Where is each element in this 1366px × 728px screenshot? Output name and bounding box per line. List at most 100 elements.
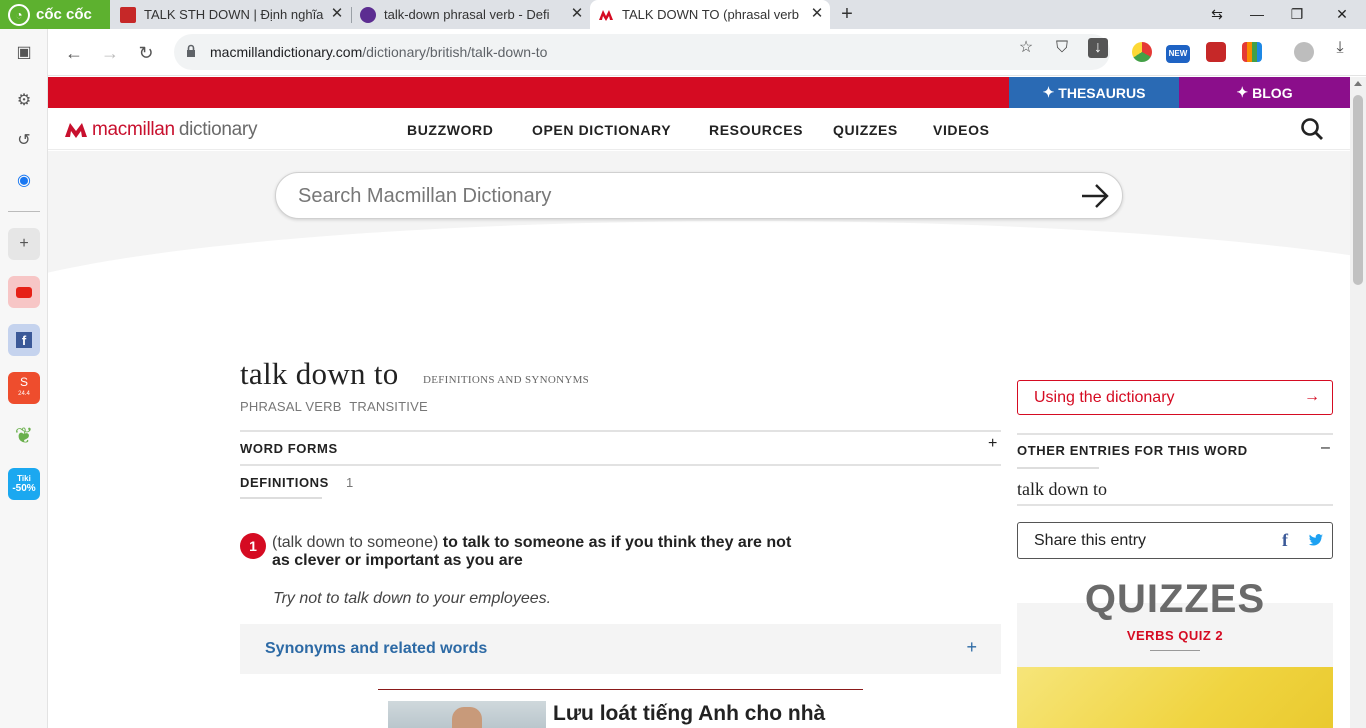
tab-search-button[interactable]: ⇆ [1197,0,1237,29]
messenger-icon[interactable]: ◉ [8,164,40,196]
reload-button[interactable]: ↻ [134,41,158,65]
tiki-icon[interactable]: Tiki -50% [8,468,40,500]
tab-title: TALK DOWN TO (phrasal verb [622,7,799,22]
site-nav: macmillan dictionary BUZZWORD OPEN DICTIO… [48,108,1350,150]
browser-menu-button[interactable]: ◔ cốc cốc [0,0,110,29]
sense-number-badge: 1 [240,533,266,559]
tab-talk-down-phrasal[interactable]: talk-down phrasal verb - Defi ✕ [352,0,590,29]
shopee-bag-glyph: S [19,375,28,389]
scroll-up-arrow-icon[interactable] [1354,81,1362,86]
synonyms-label: Synonyms and related words [265,640,488,657]
shopee-icon[interactable]: S 24.4 [8,372,40,404]
color-ext-icon[interactable] [1242,42,1262,62]
url-path: /dictionary/british/talk-down-to [362,44,548,60]
nav-videos[interactable]: VIDEOS [933,122,990,138]
arrow-right-icon: → [1304,388,1320,405]
synonyms-toggle[interactable]: Synonyms and related words + [240,624,1001,674]
divider [1017,433,1333,435]
profile-avatar[interactable] [1294,42,1314,62]
search-arrow-icon[interactable] [1080,182,1110,210]
download-ext-icon[interactable]: ↓ [1088,38,1108,58]
logo-word: dictionary [178,119,258,140]
red-ext-icon[interactable] [1206,42,1226,62]
page-scrollbar[interactable] [1350,77,1366,728]
ad-headline[interactable]: Lưu loát tiếng Anh cho nhà [553,702,825,726]
blog-book-icon: ✦ [1236,84,1249,100]
example-sentence: Try not to talk down to your employees. [273,590,552,607]
forward-button[interactable]: → [98,41,122,65]
blog-label: BLOG [1252,84,1293,101]
collapse-minus-icon[interactable]: – [1321,439,1330,457]
new-badge-ext-icon[interactable]: NEW [1166,45,1190,63]
close-tab-icon[interactable]: ✕ [568,5,586,23]
close-tab-icon[interactable]: ✕ [808,5,826,23]
bookmark-star-icon[interactable]: ☆ [1016,38,1036,58]
ad-person-image [452,707,482,728]
youtube-icon[interactable] [8,276,40,308]
ad-divider [378,689,863,690]
thesaurus-label: THESAURUS [1058,84,1146,101]
definition: (talk down to someone) to talk to someon… [272,534,812,570]
definitions-underline [240,497,322,499]
tab-strip: ◔ cốc cốc TALK STH DOWN | Định nghĩa ✕ t… [0,0,1366,29]
back-button[interactable]: ← [62,41,86,65]
shield-favicon-icon [120,6,136,23]
tab-title: TALK STH DOWN | Định nghĩa [144,7,324,22]
divider [240,430,1001,432]
search-icon[interactable] [1300,117,1324,141]
definitions-heading: DEFINITIONS [240,475,329,490]
tiki-discount: -50% [12,483,36,494]
quiz-name-link[interactable]: VERBS QUIZ 2 [1017,628,1333,643]
downloads-icon[interactable]: ⤓ [1330,38,1350,58]
dictionary-search-input[interactable] [298,183,1058,209]
browser-toolbar: ← → ↻ macmillandictionary.com/dictionary… [48,29,1366,76]
headword: talk down to [240,356,399,391]
chrome-ext-icon[interactable] [1132,42,1152,62]
definitions-count: 1 [346,475,354,490]
close-tab-icon[interactable]: ✕ [328,5,346,23]
settings-gear-icon[interactable]: ⚙ [8,84,40,116]
using-dictionary-label: Using the dictionary [1034,389,1175,406]
scrollbar-thumb[interactable] [1353,95,1363,285]
web-page: ✦ THESAURUS ✦ BLOG macmillan dictionary BUZ… [48,77,1350,728]
sidebar-toggle-icon[interactable]: ▣ [8,36,40,68]
quiz-image[interactable] [1017,667,1333,728]
transitivity-label: TRANSITIVE [349,399,428,414]
expand-plus-icon[interactable]: + [988,435,997,453]
other-entry-link[interactable]: talk down to [1017,479,1107,500]
blog-link[interactable]: ✦ BLOG [1179,77,1350,108]
nav-quizzes[interactable]: QUIZZES [833,122,898,138]
other-entries-title[interactable]: OTHER ENTRIES FOR THIS WORD [1017,443,1248,458]
using-dictionary-button[interactable]: Using the dictionary → [1017,380,1333,415]
tab-talk-down-to-active[interactable]: TALK DOWN TO (phrasal verb ✕ [590,0,830,29]
oxford-favicon-icon [360,6,376,23]
restore-button[interactable]: ❐ [1277,0,1317,29]
headword-subtitle: DEFINITIONS AND SYNONYMS [423,374,590,386]
word-forms-toggle[interactable]: WORD FORMS [240,441,338,456]
facebook-icon[interactable]: f [8,324,40,356]
sidebar-divider [8,211,40,212]
add-shortcut-icon[interactable]: + [8,228,40,260]
shield-icon[interactable]: ⛉ [1052,38,1072,58]
minimize-button[interactable]: — [1237,0,1277,29]
twitter-share-icon[interactable] [1308,532,1324,548]
address-bar[interactable]: macmillandictionary.com/dictionary/briti… [174,34,1110,70]
shopee-badge: 24.4 [18,391,30,397]
nav-buzzword[interactable]: BUZZWORD [407,122,493,138]
new-tab-button[interactable]: + [836,3,858,25]
close-window-button[interactable]: ✕ [1322,0,1362,29]
nav-open-dictionary[interactable]: OPEN DICTIONARY [532,122,671,138]
nav-resources[interactable]: RESOURCES [709,122,803,138]
thesaurus-link[interactable]: ✦ THESAURUS [1009,77,1179,108]
tab-title: talk-down phrasal verb - Defi [384,7,550,22]
ad-image[interactable] [388,701,546,728]
new-badge-label: NEW [1168,49,1188,58]
macmillan-favicon-icon [599,9,613,21]
coccoc-leaf-icon[interactable]: ❦ [8,420,40,452]
tab-talk-sth-down[interactable]: TALK STH DOWN | Định nghĩa ✕ [112,0,350,29]
expand-plus-icon: + [966,637,977,657]
thesaurus-book-icon: ✦ [1042,84,1055,100]
history-icon[interactable]: ↺ [8,124,40,156]
facebook-share-icon[interactable]: f [1282,530,1288,551]
macmillan-logo[interactable]: macmillan dictionary [64,119,257,141]
